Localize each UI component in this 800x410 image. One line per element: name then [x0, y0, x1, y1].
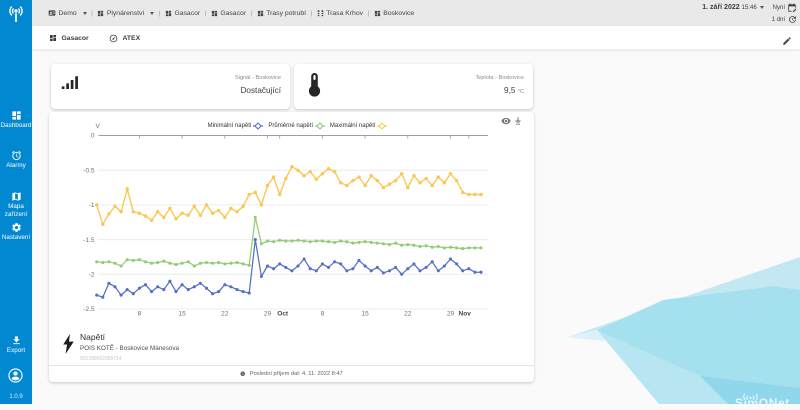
svg-text:8: 8: [321, 311, 325, 318]
svg-text:-2: -2: [89, 272, 95, 279]
svg-text:22: 22: [404, 311, 412, 318]
svg-text:-0.5: -0.5: [83, 167, 95, 174]
svg-text:-1.5: -1.5: [83, 237, 95, 244]
svg-text:15: 15: [178, 311, 186, 318]
svg-text:-1: -1: [89, 202, 95, 209]
svg-text:8: 8: [138, 311, 142, 318]
svg-text:0: 0: [91, 133, 95, 140]
svg-text:29: 29: [447, 311, 455, 318]
svg-text:Nov: Nov: [459, 311, 472, 318]
svg-text:29: 29: [264, 311, 272, 318]
svg-text:Oct: Oct: [277, 311, 289, 318]
svg-text:-2.5: -2.5: [83, 306, 95, 313]
svg-text:15: 15: [361, 311, 369, 318]
svg-text:22: 22: [221, 311, 229, 318]
